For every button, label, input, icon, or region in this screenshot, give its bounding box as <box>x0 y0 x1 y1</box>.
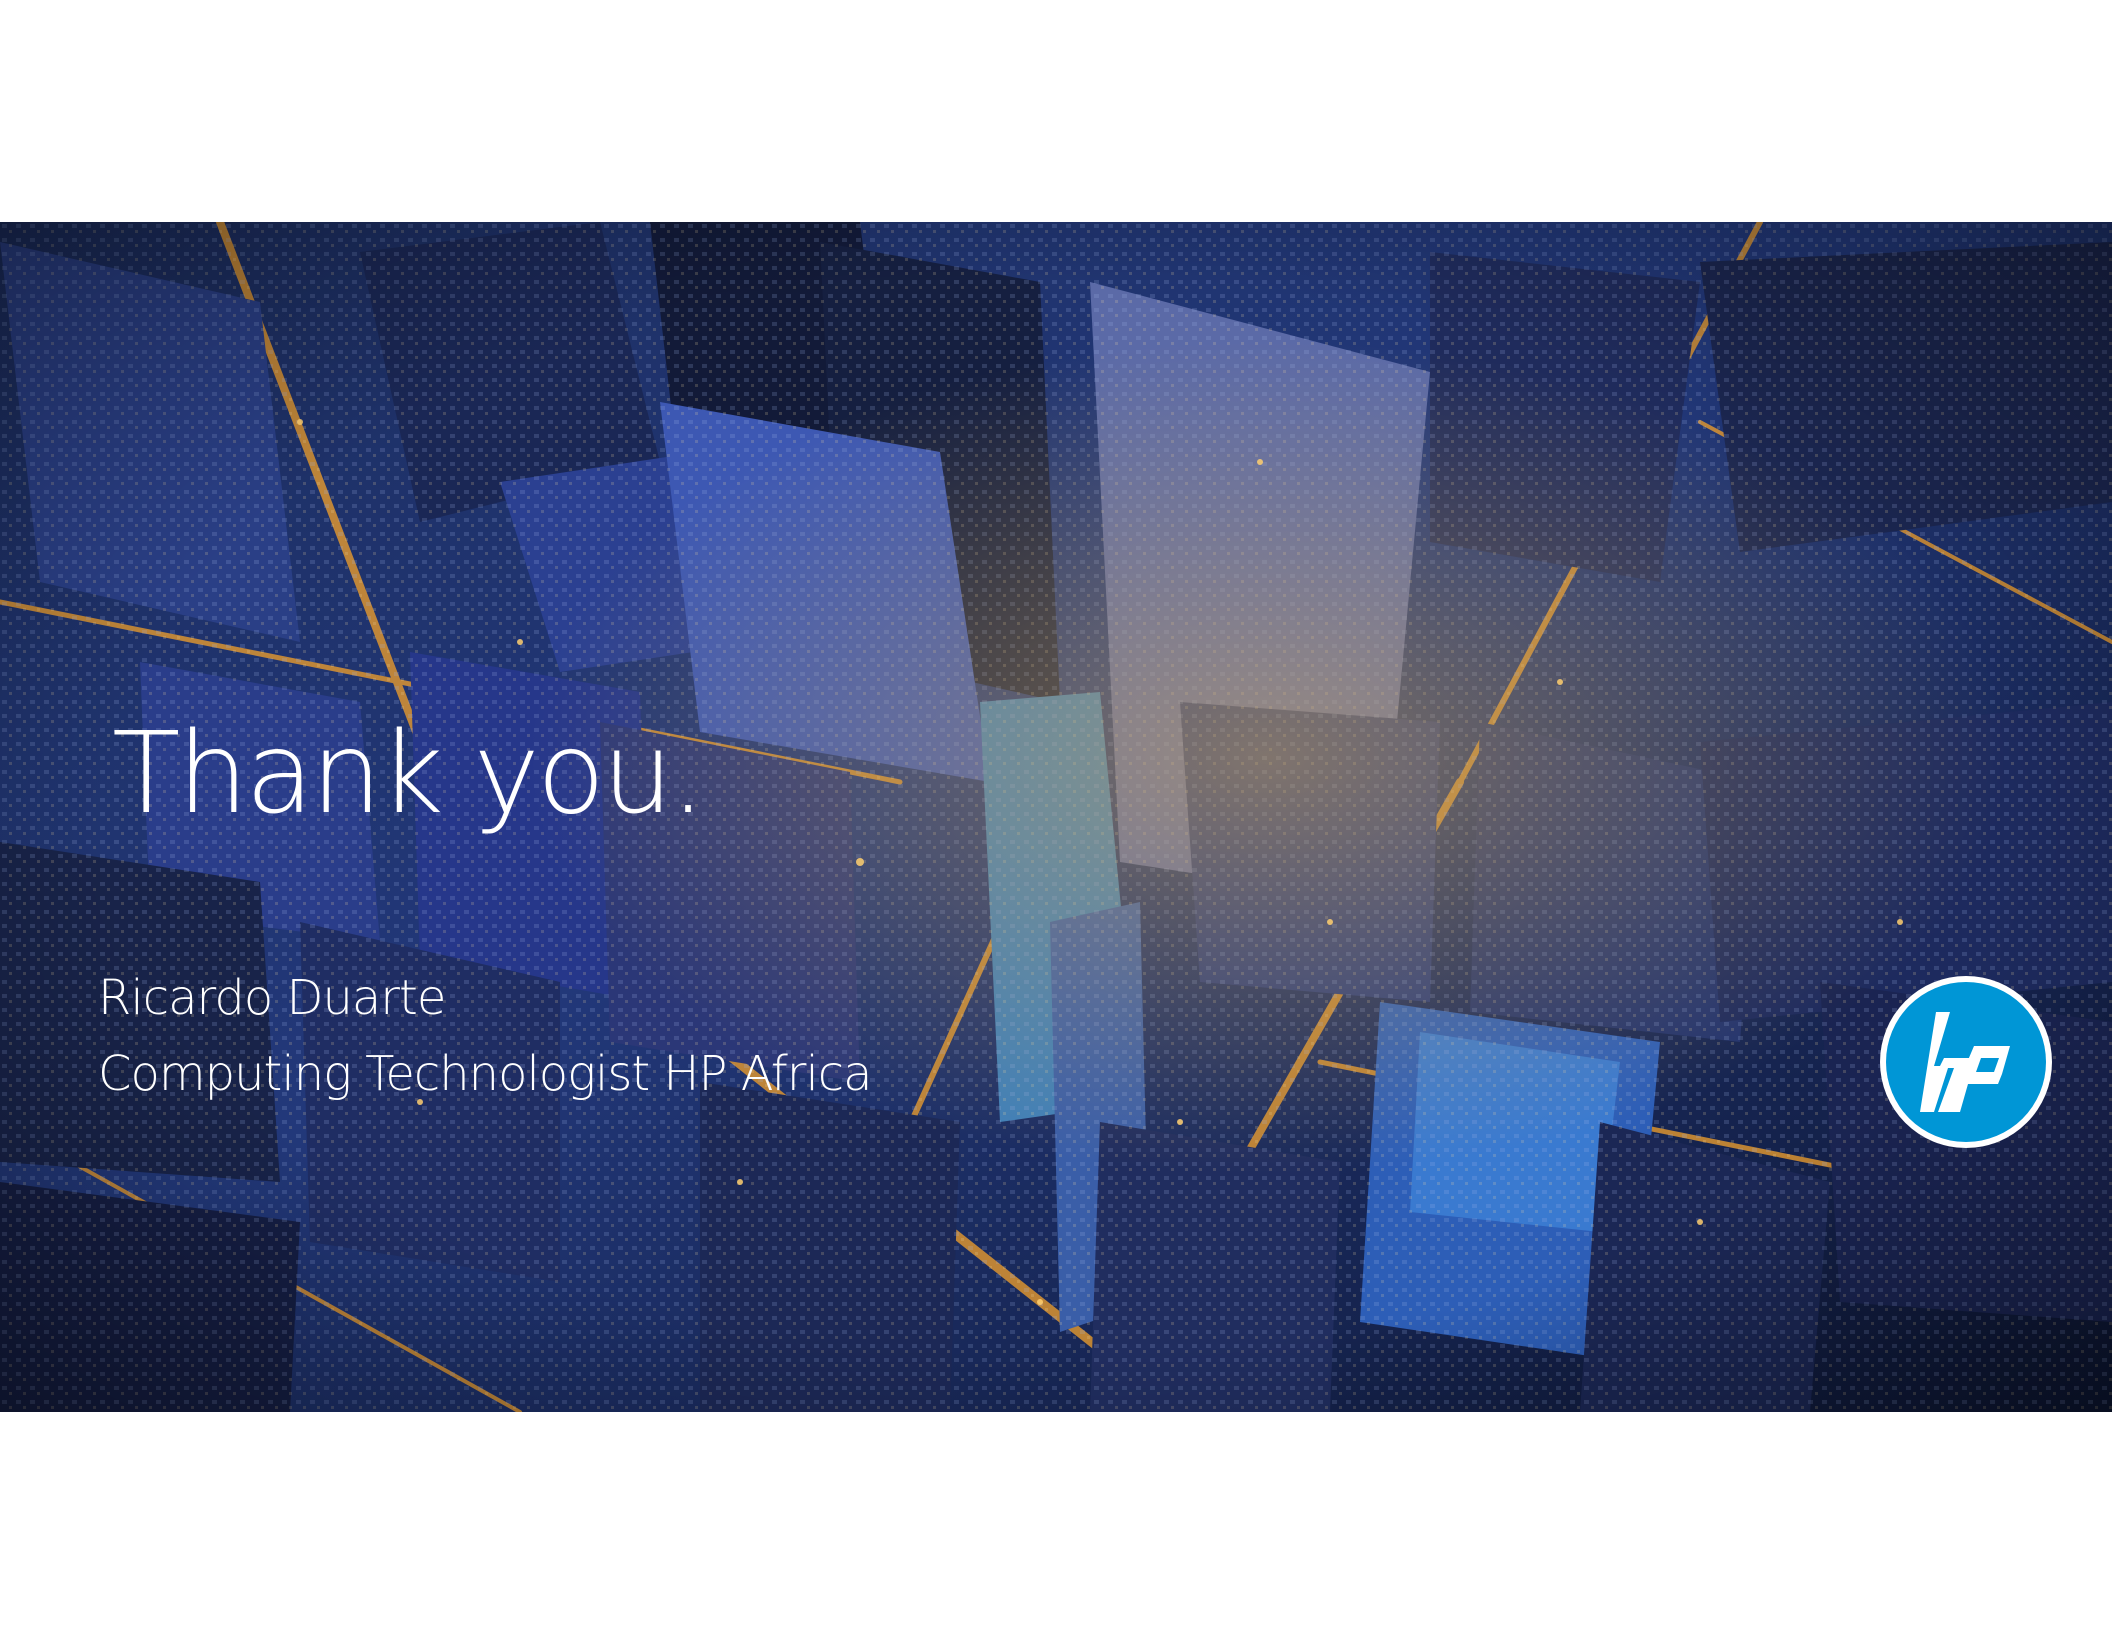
presenter-role: Computing Technologist HP Africa <box>98 1046 873 1102</box>
slide-title: Thank you. <box>112 709 706 839</box>
presenter-name: Ricardo Duarte <box>98 970 446 1026</box>
hp-logo-icon <box>1880 976 2052 1148</box>
